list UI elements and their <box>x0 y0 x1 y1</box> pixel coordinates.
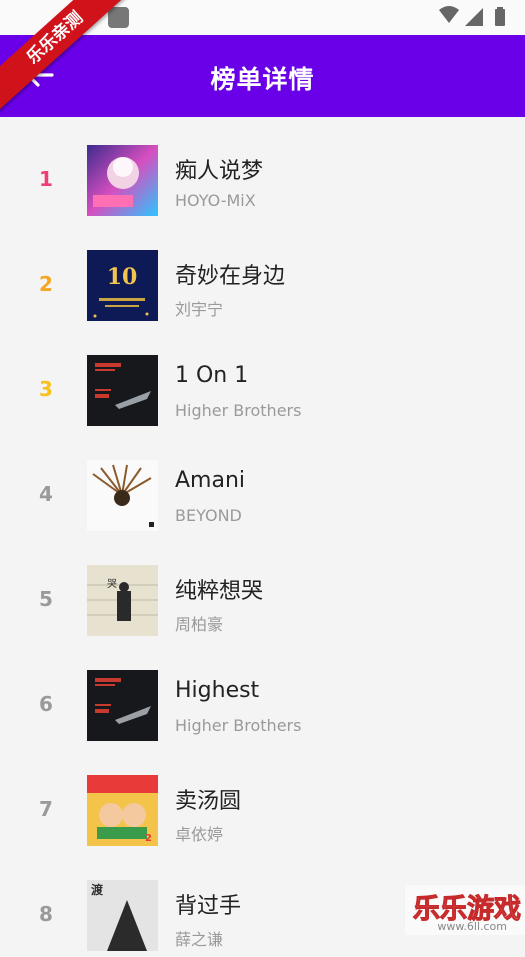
app-bar: 榜单详情 <box>0 35 525 117</box>
watermark-url: www.6ll.com <box>437 920 507 933</box>
album-cover <box>87 460 158 531</box>
song-artist: Higher Brothers <box>175 716 302 735</box>
album-cover: 哭 <box>87 565 158 636</box>
rank-number: 2 <box>39 272 53 296</box>
album-cover: 10 <box>87 250 158 321</box>
watermark: 乐乐游戏 www.6ll.com <box>405 885 525 935</box>
rank-number: 3 <box>39 377 53 401</box>
song-artist: HOYO-MiX <box>175 191 256 210</box>
song-list: 1 痴人说梦 HOYO-MiX 2 10 奇妙在身边 刘宇宁 3 1 On 1 … <box>0 117 525 957</box>
album-cover <box>87 145 158 216</box>
song-row[interactable]: 5 哭 纯粹想哭 周柏豪 <box>0 537 525 642</box>
song-row[interactable]: 6 Highest Higher Brothers <box>0 642 525 747</box>
svg-text:2: 2 <box>145 833 152 844</box>
rank-number: 7 <box>39 797 53 821</box>
song-title: Amani <box>175 468 246 493</box>
rank-number: 4 <box>39 482 53 506</box>
song-row[interactable]: 7 2 卖汤圆 卓依婷 <box>0 747 525 852</box>
song-artist: 卓依婷 <box>175 825 224 844</box>
status-indicators <box>439 6 505 26</box>
battery-icon <box>495 9 505 26</box>
app-notification-icon <box>108 7 129 28</box>
svg-text:哭: 哭 <box>107 578 117 590</box>
song-title: 卖汤圆 <box>175 789 242 814</box>
album-cover <box>87 670 158 741</box>
album-cover: 渡 <box>87 880 158 951</box>
song-row[interactable]: 3 1 On 1 Higher Brothers <box>0 327 525 432</box>
song-row[interactable]: 4 Amani BEYOND <box>0 432 525 537</box>
page-title: 榜单详情 <box>210 65 315 94</box>
song-artist: Higher Brothers <box>175 401 302 420</box>
rank-number: 5 <box>39 587 53 611</box>
rank-number: 8 <box>39 902 53 926</box>
album-cover <box>87 355 158 426</box>
song-title: 奇妙在身边 <box>175 264 286 289</box>
svg-text:10: 10 <box>107 264 138 290</box>
svg-text:渡: 渡 <box>91 882 104 897</box>
song-artist: 刘宇宁 <box>175 300 224 319</box>
song-title: 纯粹想哭 <box>175 579 264 604</box>
song-row[interactable]: 2 10 奇妙在身边 刘宇宁 <box>0 222 525 327</box>
signal-icon <box>465 8 483 26</box>
song-artist: BEYOND <box>175 506 242 525</box>
album-cover: 2 <box>87 775 158 846</box>
song-artist: 周柏豪 <box>175 615 224 634</box>
rank-number: 6 <box>39 692 53 716</box>
song-title: Highest <box>175 678 260 703</box>
song-row[interactable]: 1 痴人说梦 HOYO-MiX <box>0 117 525 222</box>
song-artist: 薛之谦 <box>175 930 224 949</box>
song-title: 1 On 1 <box>175 363 249 388</box>
rank-number: 1 <box>39 167 53 191</box>
wifi-icon <box>439 6 459 23</box>
song-title: 痴人说梦 <box>175 159 264 184</box>
song-title: 背过手 <box>175 894 242 919</box>
